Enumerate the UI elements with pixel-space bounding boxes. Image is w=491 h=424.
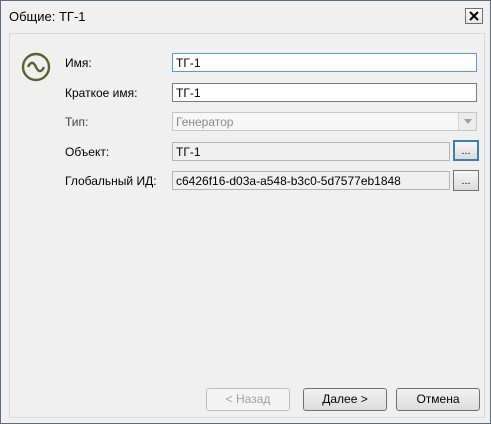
back-button[interactable]: < Назад bbox=[206, 388, 290, 411]
object-label: Объект: bbox=[65, 145, 110, 159]
chevron-down-icon[interactable] bbox=[458, 113, 476, 130]
dialog-window: Общие: ТГ-1 Имя: ТГ-1 Краткое имя: ТГ-1 … bbox=[0, 0, 491, 424]
type-select[interactable]: Генератор bbox=[172, 112, 477, 131]
type-label: Тип: bbox=[65, 115, 89, 129]
global-id-browse-button[interactable]: ... bbox=[453, 170, 479, 191]
close-button[interactable] bbox=[465, 8, 483, 24]
generator-icon bbox=[21, 52, 51, 82]
short-name-field[interactable]: ТГ-1 bbox=[172, 83, 477, 102]
name-label: Имя: bbox=[65, 56, 92, 70]
global-id-field[interactable]: c6426f16-d03a-a548-b3c0-5d7577eb1848 bbox=[172, 171, 450, 190]
object-browse-button[interactable]: ... bbox=[453, 140, 479, 161]
global-id-label: Глобальный ИД: bbox=[65, 174, 157, 188]
title-bar[interactable]: Общие: ТГ-1 bbox=[1, 1, 490, 31]
cancel-button[interactable]: Отмена bbox=[396, 388, 480, 411]
name-field[interactable]: ТГ-1 bbox=[172, 53, 477, 72]
close-icon bbox=[469, 11, 479, 21]
short-name-label: Краткое имя: bbox=[65, 86, 138, 100]
dialog-content: Имя: ТГ-1 Краткое имя: ТГ-1 Тип: Генерат… bbox=[9, 33, 485, 418]
object-field[interactable]: ТГ-1 bbox=[172, 142, 450, 161]
window-title: Общие: ТГ-1 bbox=[9, 9, 86, 24]
type-select-value: Генератор bbox=[176, 115, 234, 129]
next-button[interactable]: Далее > bbox=[303, 388, 387, 411]
